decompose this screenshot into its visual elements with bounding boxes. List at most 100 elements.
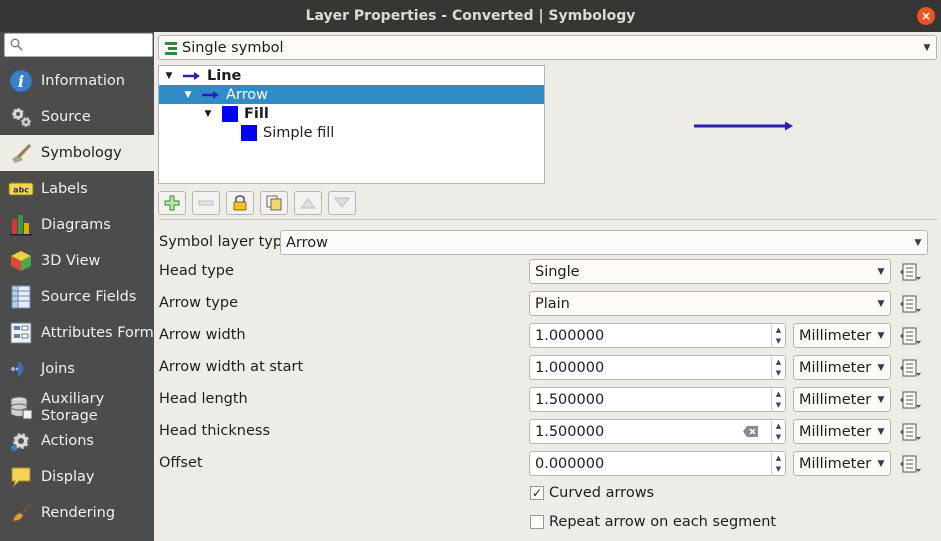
symbol-layer-type-select[interactable]: Arrow ▼ [280, 230, 928, 255]
offset-label: Offset [159, 455, 203, 471]
display-icon [8, 464, 34, 490]
expand-arrow-icon[interactable]: ▼ [163, 71, 175, 81]
head-thickness-label: Head thickness [159, 423, 271, 439]
chevron-down-icon: ▼ [877, 298, 885, 309]
sidebar-item-source-fields[interactable]: Source Fields [0, 279, 154, 315]
repeat-arrow-checkbox[interactable]: Repeat arrow on each segment [530, 514, 776, 530]
duplicate-layer-button[interactable] [260, 191, 288, 215]
chevron-down-icon: ▼ [877, 266, 885, 277]
spin-arrows[interactable]: ▲ ▼ [771, 356, 785, 379]
symbol-layer-tree[interactable]: ▼ Line ▼ Arrow ▼ Fill Simple fill [158, 65, 545, 184]
head-type-label: Head type [159, 263, 234, 279]
chevron-down-icon: ▼ [877, 394, 885, 405]
sidebar-item-diagrams[interactable]: Diagrams [0, 207, 154, 243]
arrow-width-start-label: Arrow width at start [159, 359, 304, 375]
expand-arrow-icon[interactable]: ▼ [182, 90, 194, 100]
sidebar-item-rendering[interactable]: Rendering [0, 495, 154, 531]
chevron-down-icon: ▼ [877, 330, 885, 341]
head-thickness-spinbox[interactable]: 1.500000 ▲ ▼ [529, 419, 786, 444]
data-defined-icon [900, 263, 921, 281]
duplicate-icon [266, 195, 282, 211]
chevron-down-icon: ▼ [877, 362, 885, 373]
sidebar-item-display[interactable]: Display [0, 459, 154, 495]
offset-spinbox[interactable]: 0.000000 ▲ ▼ [529, 451, 786, 476]
lock-layer-button[interactable] [226, 191, 254, 215]
move-up-button[interactable] [294, 191, 322, 215]
simple-fill-icon [241, 124, 257, 141]
sidebar-item-attributes-form[interactable]: Attributes Form [0, 315, 154, 351]
arrow-type-select[interactable]: Plain ▼ [529, 291, 891, 316]
source-icon [8, 104, 34, 130]
head-length-spinbox[interactable]: 1.500000 ▲ ▼ [529, 387, 786, 412]
data-defined-override-button[interactable] [898, 421, 924, 443]
chevron-down-icon: ▼ [877, 426, 885, 437]
symbology-icon [8, 140, 34, 166]
renderer-select[interactable]: Single symbol ▼ [158, 35, 937, 60]
add-symbol-layer-button[interactable] [158, 191, 186, 215]
diagrams-icon [8, 212, 34, 238]
head-length-unit-select[interactable]: Millimeter ▼ [793, 387, 891, 412]
window-title: Layer Properties - Converted | Symbology [305, 8, 636, 24]
sidebar-item-information[interactable]: i Information [0, 63, 154, 99]
auxiliary-storage-icon [8, 395, 34, 421]
chevron-down-icon: ▼ [923, 42, 931, 53]
data-defined-icon [900, 391, 921, 409]
sidebar-item-actions[interactable]: Actions [0, 423, 154, 459]
labels-icon: abc [8, 176, 34, 202]
plus-icon [164, 195, 180, 211]
joins-icon [8, 356, 34, 382]
symbol-layer-type-label: Symbol layer type [159, 234, 292, 250]
source-fields-icon [8, 284, 34, 310]
data-defined-icon [900, 327, 921, 345]
tree-item-fill[interactable]: ▼ Fill [159, 104, 544, 123]
attributes-form-icon [8, 320, 34, 346]
head-length-label: Head length [159, 391, 248, 407]
checkbox-box[interactable] [530, 515, 544, 529]
spin-arrows[interactable]: ▲ ▼ [771, 452, 785, 475]
tree-item-line[interactable]: ▼ Line [159, 66, 544, 85]
3d-view-icon [8, 248, 34, 274]
arrow-width-spinbox[interactable]: 1.000000 ▲ ▼ [529, 323, 786, 348]
svg-text:i: i [18, 72, 24, 91]
clear-icon[interactable] [743, 426, 759, 437]
sidebar-item-labels[interactable]: abc Labels [0, 171, 154, 207]
data-defined-override-button[interactable] [898, 389, 924, 411]
svg-text:abc: abc [13, 186, 29, 195]
search-input[interactable] [4, 33, 153, 57]
data-defined-override-button[interactable] [898, 453, 924, 475]
arrow-width-start-spinbox[interactable]: 1.000000 ▲ ▼ [529, 355, 786, 380]
tree-item-simple-fill[interactable]: Simple fill [159, 123, 544, 142]
spin-arrows[interactable]: ▲ ▼ [771, 420, 785, 443]
data-defined-override-button[interactable] [898, 293, 924, 315]
sidebar-item-joins[interactable]: Joins [0, 351, 154, 387]
divider [158, 219, 937, 220]
sidebar-item-3d-view[interactable]: 3D View [0, 243, 154, 279]
data-defined-override-button[interactable] [898, 325, 924, 347]
tree-item-arrow[interactable]: ▼ Arrow [159, 85, 544, 104]
data-defined-icon [900, 455, 921, 473]
window-title-bar: Layer Properties - Converted | Symbology… [0, 0, 941, 32]
sidebar-item-symbology[interactable]: Symbology [0, 135, 154, 171]
chevron-down-icon: ▼ [877, 458, 885, 469]
curved-arrows-checkbox[interactable]: ✓ Curved arrows [530, 485, 654, 501]
spin-arrows[interactable]: ▲ ▼ [771, 388, 785, 411]
arrow-width-start-unit-select[interactable]: Millimeter ▼ [793, 355, 891, 380]
move-down-button[interactable] [328, 191, 356, 215]
close-button[interactable]: × [917, 7, 935, 25]
checkbox-box[interactable]: ✓ [530, 486, 544, 500]
data-defined-override-button[interactable] [898, 261, 924, 283]
data-defined-icon [900, 359, 921, 377]
arrow-width-unit-select[interactable]: Millimeter ▼ [793, 323, 891, 348]
arrow-up-icon [300, 198, 316, 209]
expand-arrow-icon[interactable]: ▼ [202, 109, 214, 119]
actions-icon [8, 428, 34, 454]
head-type-select[interactable]: Single ▼ [529, 259, 891, 284]
head-thickness-unit-select[interactable]: Millimeter ▼ [793, 419, 891, 444]
offset-unit-select[interactable]: Millimeter ▼ [793, 451, 891, 476]
search-icon [10, 38, 23, 51]
spin-arrows[interactable]: ▲ ▼ [771, 324, 785, 347]
data-defined-override-button[interactable] [898, 357, 924, 379]
sidebar-item-source[interactable]: Source [0, 99, 154, 135]
remove-symbol-layer-button[interactable] [192, 191, 220, 215]
arrow-width-label: Arrow width [159, 327, 246, 343]
